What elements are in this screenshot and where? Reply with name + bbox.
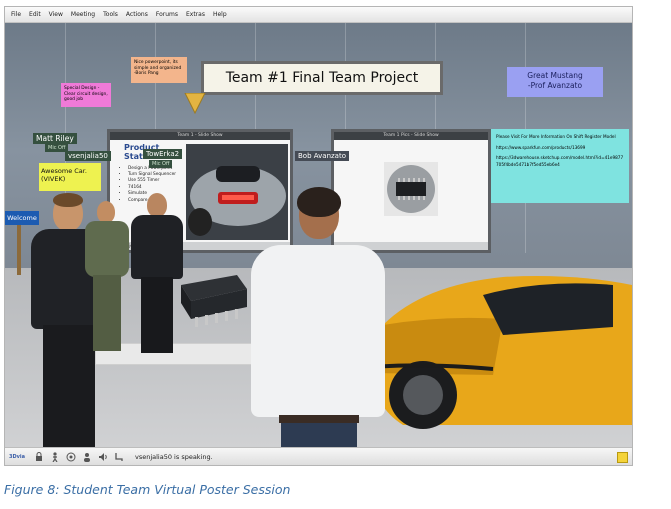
avatar-icon-svg — [83, 452, 90, 462]
camera-icon-svg — [66, 452, 76, 461]
walk-icon[interactable] — [49, 451, 61, 462]
camera-icon[interactable] — [65, 451, 77, 462]
pink-sticky-note[interactable]: Special Design - Clear circuit design, g… — [61, 83, 111, 107]
menu-bar: File Edit View Meeting Tools Actions For… — [5, 7, 632, 23]
status-bar: 3Dvia vsenjalia50 is speaking. — [5, 447, 632, 465]
walk-icon-svg — [52, 451, 58, 462]
name-tag-matt-text: Matt Riley — [36, 134, 74, 143]
orange-note-text: Nice powerpoint, its simple and organize… — [134, 60, 182, 76]
info-line-3[interactable]: https://3dwarehouse.sketchup.com/model.h… — [496, 155, 624, 168]
menu-tools[interactable]: Tools — [103, 11, 118, 18]
brand-logo: 3Dvia — [9, 453, 25, 460]
3d-scene[interactable]: Special Design - Clear circuit design, g… — [5, 23, 632, 447]
yellow-mustang-car[interactable] — [363, 255, 632, 447]
avatar-hair — [297, 187, 341, 217]
team-title-sign[interactable]: Team #1 Final Team Project — [201, 61, 443, 95]
menu-view[interactable]: View — [49, 11, 63, 18]
notification-icon[interactable] — [617, 452, 628, 463]
awesome-car-note: Awesome Car. (VIVEK) — [39, 163, 101, 191]
avatar-hair — [53, 193, 83, 207]
sit-icon-svg — [115, 452, 123, 461]
car-photo-glass — [216, 166, 260, 182]
avatar-camo[interactable] — [83, 201, 131, 351]
avatar-torso — [251, 245, 385, 417]
right-board-titlebar: Team 1 Pics - Slide Show — [334, 132, 488, 140]
figure-caption: Figure 8: Student Team Virtual Poster Se… — [4, 482, 291, 497]
avatar-torso — [131, 215, 183, 279]
title-sign-pointer-shape — [184, 93, 206, 115]
menu-actions[interactable]: Actions — [126, 11, 148, 18]
name-tag-vsenjalia-text: vsenjalia50 — [68, 152, 108, 160]
avatar-belt — [279, 415, 359, 423]
name-tag-towerka: TowErka2 — [143, 149, 183, 159]
car-window — [483, 283, 613, 335]
info-line-2[interactable]: https://www.sparkfun.com/products/13699 — [496, 145, 624, 152]
speaking-status: vsenjalia50 is speaking. — [134, 452, 213, 461]
car-photo-wheel — [188, 208, 212, 236]
awesome-car-text: Awesome Car. (VIVEK) — [41, 167, 87, 183]
mic-status-towerka: Mic Off — [149, 160, 173, 168]
speaker-icon[interactable] — [97, 451, 109, 462]
team-title-text: Team #1 Final Team Project — [225, 70, 419, 86]
avatar-head — [147, 193, 167, 217]
avatar-torso — [85, 221, 129, 277]
mic-status-towerka-text: Mic Off — [152, 161, 170, 167]
menu-meeting[interactable]: Meeting — [71, 11, 95, 18]
avatar-legs — [141, 277, 173, 353]
orange-sticky-note[interactable]: Nice powerpoint, its simple and organize… — [131, 57, 187, 83]
info-line-1: Please Visit For More Information On Shi… — [496, 134, 616, 139]
menu-file[interactable]: File — [11, 11, 21, 18]
name-tag-bob-text: Bob Avanzato — [298, 152, 346, 160]
name-tag-towerka-text: TowErka2 — [146, 150, 180, 158]
virtual-world-window: File Edit View Meeting Tools Actions For… — [4, 6, 633, 466]
speaker-icon-svg — [98, 452, 107, 461]
welcome-post — [17, 225, 21, 275]
menu-forums[interactable]: Forums — [156, 11, 178, 18]
avatar-icon[interactable] — [81, 451, 93, 462]
info-panel[interactable]: Please Visit For More Information On Shi… — [491, 129, 629, 203]
avatar-head — [97, 201, 115, 223]
mustang-sign-line1: Great Mustang — [527, 71, 583, 80]
menu-extras[interactable]: Extras — [186, 11, 205, 18]
menu-edit[interactable]: Edit — [29, 11, 41, 18]
lock-icon-svg — [35, 451, 42, 461]
left-board-titlebar: Team 1 - Slide Show — [110, 132, 290, 140]
lock-icon[interactable] — [33, 451, 45, 462]
mic-status-matt-text: Mic Off — [48, 145, 66, 151]
car-rim — [403, 375, 443, 415]
menu-help[interactable]: Help — [213, 11, 227, 18]
avatar-white-shirt[interactable] — [243, 187, 393, 447]
sit-icon[interactable] — [113, 451, 125, 462]
title-sign-pointer — [184, 93, 206, 115]
pink-note-text: Special Design - Clear circuit design, g… — [64, 86, 108, 102]
mustang-sign-line2: -Prof Avanzato — [527, 80, 583, 90]
name-tag-matt: Matt Riley — [33, 133, 77, 144]
avatar-legs — [281, 423, 357, 447]
mustang-sign[interactable]: Great Mustang -Prof Avanzato — [507, 67, 603, 97]
avatar-legs — [93, 275, 121, 351]
avatar-suit-middle[interactable] — [127, 193, 187, 353]
name-tag-bob: Bob Avanzato — [295, 151, 349, 161]
name-tag-vsenjalia: vsenjalia50 — [65, 151, 111, 161]
chip-photo-ic — [396, 182, 426, 196]
